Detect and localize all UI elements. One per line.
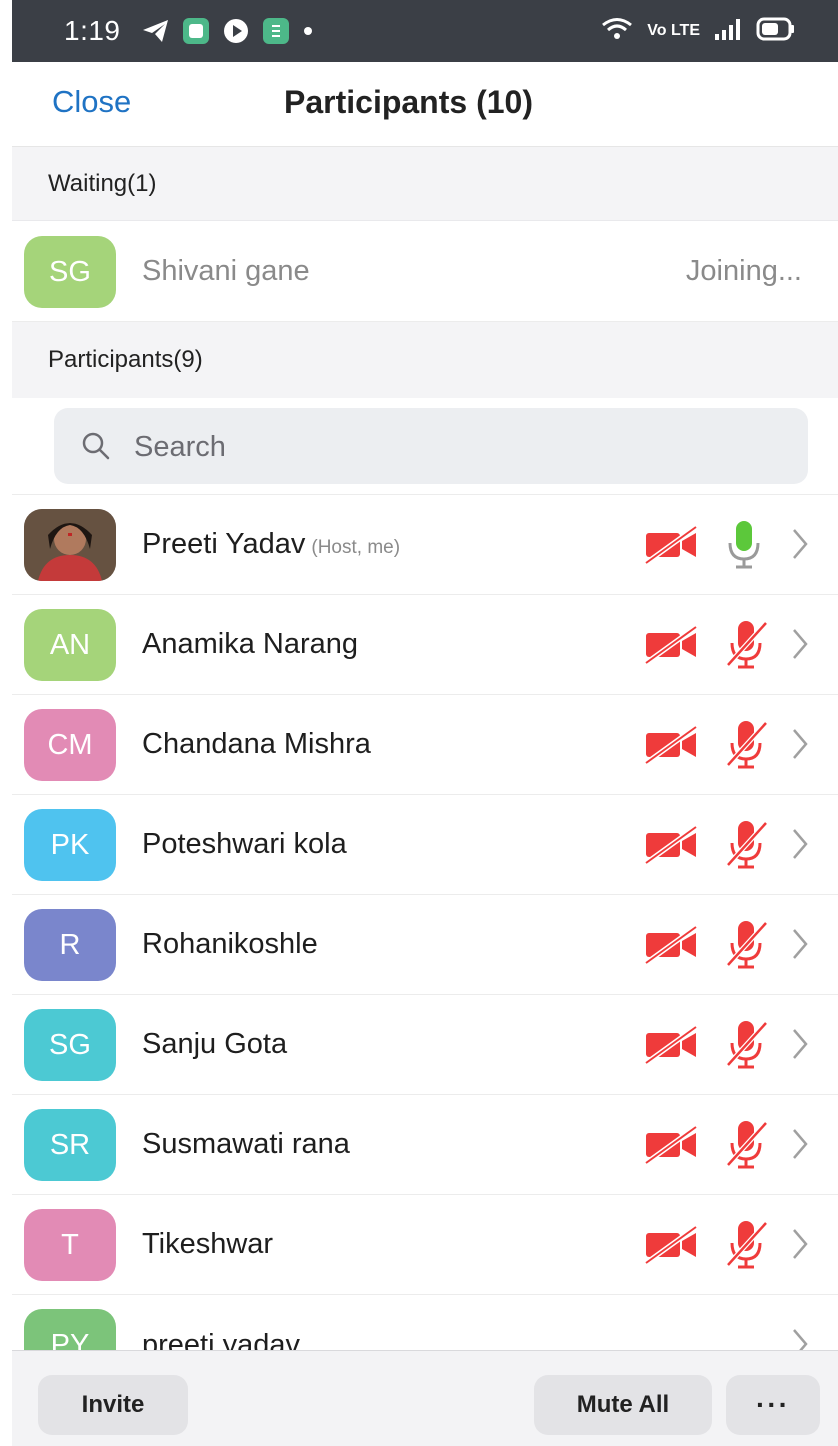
more-button[interactable]: ··· xyxy=(726,1375,820,1435)
status-bar-inner: 1:19 Vo LTE xyxy=(12,0,838,62)
telegram-icon xyxy=(141,18,171,44)
avatar: PK xyxy=(24,809,116,881)
status-time: 1:19 xyxy=(64,15,121,46)
mic-muted-icon[interactable] xyxy=(724,619,768,676)
participant-controls xyxy=(638,695,838,795)
chevron-right-icon[interactable] xyxy=(790,726,810,767)
chevron-right-icon[interactable] xyxy=(790,926,810,967)
app-notification-icon xyxy=(181,16,211,46)
mic-muted-icon[interactable] xyxy=(724,819,768,876)
notification-icons xyxy=(141,16,315,46)
participant-row[interactable]: T Tikeshwar xyxy=(12,1195,838,1295)
participant-controls xyxy=(638,1195,838,1295)
participant-controls xyxy=(638,795,838,895)
waiting-row[interactable]: SG Shivani gane Joining... xyxy=(12,222,838,322)
participant-row[interactable]: AN Anamika Narang xyxy=(12,595,838,695)
status-right: Vo LTE xyxy=(601,17,796,46)
header: Close Participants (10) xyxy=(12,62,838,147)
mic-muted-icon[interactable] xyxy=(724,1119,768,1176)
chevron-right-icon[interactable] xyxy=(790,1126,810,1167)
participant-name-text: Preeti Yadav xyxy=(142,528,306,560)
video-off-icon[interactable] xyxy=(644,1024,700,1070)
close-button[interactable]: Close xyxy=(52,84,131,120)
participant-row[interactable]: PK Poteshwari kola xyxy=(12,795,838,895)
network-label: Vo LTE xyxy=(647,22,700,39)
video-off-icon[interactable] xyxy=(644,524,700,570)
page-title: Participants (10) xyxy=(284,84,533,120)
participant-row[interactable]: R Rohanikoshle xyxy=(12,895,838,995)
joining-status: Joining... xyxy=(685,255,802,287)
play-icon xyxy=(221,16,251,46)
mic-muted-icon[interactable] xyxy=(724,1219,768,1276)
chevron-right-icon[interactable] xyxy=(790,526,810,567)
search-bar[interactable] xyxy=(54,408,808,486)
bottom-toolbar: Invite Mute All ··· xyxy=(12,1350,838,1446)
avatar: SG xyxy=(24,236,116,308)
participants-section-header: Participants(9) xyxy=(12,322,838,398)
waiting-section-header: Waiting(1) xyxy=(12,147,838,221)
wifi-icon xyxy=(601,17,633,46)
video-off-icon[interactable] xyxy=(644,924,700,970)
calendar-icon xyxy=(261,16,291,46)
video-off-icon[interactable] xyxy=(644,824,700,870)
search-icon xyxy=(80,430,112,467)
avatar: AN xyxy=(24,609,116,681)
participant-controls xyxy=(638,895,838,995)
participant-name: Poteshwari kola xyxy=(142,828,347,860)
avatar: T xyxy=(24,1209,116,1281)
chevron-right-icon[interactable] xyxy=(790,1226,810,1267)
participant-controls xyxy=(638,595,838,695)
search-input[interactable] xyxy=(132,408,776,486)
video-off-icon[interactable] xyxy=(644,1124,700,1170)
mute-all-button[interactable]: Mute All xyxy=(534,1375,712,1435)
chevron-right-icon[interactable] xyxy=(790,826,810,867)
video-off-icon[interactable] xyxy=(644,624,700,670)
chevron-right-icon[interactable] xyxy=(790,626,810,667)
video-off-icon[interactable] xyxy=(644,1224,700,1270)
mic-on-icon[interactable] xyxy=(724,519,764,576)
invite-button[interactable]: Invite xyxy=(38,1375,188,1435)
mic-muted-icon[interactable] xyxy=(724,919,768,976)
mic-muted-icon[interactable] xyxy=(724,719,768,776)
signal-icon xyxy=(714,18,742,45)
participant-controls xyxy=(638,995,838,1095)
participant-row[interactable]: SR Susmawati rana xyxy=(12,1095,838,1195)
participant-row[interactable]: Preeti Yadav (Host, me) xyxy=(12,495,838,595)
participant-name: Tikeshwar xyxy=(142,1228,274,1260)
participant-name: Rohanikoshle xyxy=(142,928,318,960)
participant-name: Sanju Gota xyxy=(142,1028,288,1060)
dot-icon xyxy=(301,24,315,38)
avatar: SR xyxy=(24,1109,116,1181)
video-off-icon[interactable] xyxy=(644,724,700,770)
participant-name: Shivani gane xyxy=(142,255,310,287)
participant-row[interactable]: SG Sanju Gota xyxy=(12,995,838,1095)
chevron-right-icon[interactable] xyxy=(790,1026,810,1067)
host-label: (Host, me) xyxy=(311,537,401,558)
participant-controls xyxy=(638,495,838,595)
avatar: SG xyxy=(24,1009,116,1081)
participant-name: Susmawati rana xyxy=(142,1128,350,1160)
participant-name: Anamika Narang xyxy=(142,628,358,660)
participant-controls xyxy=(638,1095,838,1195)
participant-name: Chandana Mishra xyxy=(142,728,371,760)
avatar-photo xyxy=(24,509,116,581)
participant-name: Preeti Yadav (Host, me) xyxy=(142,528,400,561)
mic-muted-icon[interactable] xyxy=(724,1019,768,1076)
avatar: R xyxy=(24,909,116,981)
avatar: CM xyxy=(24,709,116,781)
battery-icon xyxy=(756,17,796,46)
status-bar: 1:19 Vo LTE xyxy=(0,0,838,62)
participant-row[interactable]: CM Chandana Mishra xyxy=(12,695,838,795)
